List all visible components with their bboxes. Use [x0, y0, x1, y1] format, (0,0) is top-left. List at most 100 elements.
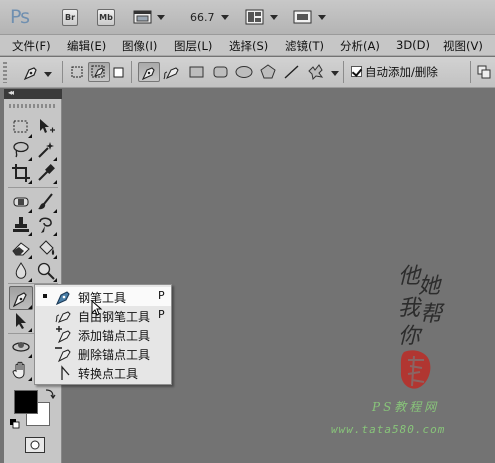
auto-add-delete-checkbox[interactable]: [351, 66, 362, 77]
flyout-item-delete-anchor-point[interactable]: 删除锚点工具: [36, 344, 171, 363]
arrange-documents-icon: [245, 9, 264, 25]
collapse-panel-icon[interactable]: ◂◂: [8, 88, 14, 97]
paint-bucket-tool[interactable]: [35, 237, 57, 259]
line-icon: [284, 65, 299, 79]
tools-panel-grip[interactable]: [9, 104, 57, 108]
screen-mode-button[interactable]: [292, 9, 314, 26]
menu-image[interactable]: 图像(I): [122, 38, 157, 54]
ellipse-icon: [235, 66, 253, 78]
watermark-url: www.tata580.com: [331, 423, 446, 436]
flyout-item-convert-point[interactable]: 转换点工具: [36, 363, 171, 382]
launch-bridge-button[interactable]: Br: [62, 9, 78, 26]
pen-icon: [55, 291, 70, 306]
dodge-tool[interactable]: [35, 260, 57, 282]
shortcut-key: P: [158, 308, 165, 321]
screen-mode-icon: [293, 10, 312, 24]
photoshop-logo: Ps: [10, 6, 30, 28]
options-bar-grip[interactable]: [3, 62, 7, 83]
eraser-tool[interactable]: [10, 237, 32, 259]
move-tool[interactable]: [35, 116, 57, 138]
menu-bar: 文件(F) 编辑(E) 图像(I) 图层(L) 选择(S) 滤镜(T) 分析(A…: [0, 35, 495, 56]
zoom-dropdown-arrow[interactable]: [221, 15, 229, 20]
watermark-title: PS教程网: [372, 400, 440, 414]
line-tool-option[interactable]: [281, 62, 303, 82]
pen-icon: [141, 67, 155, 81]
add-anchor-point-icon: [56, 326, 71, 344]
polygon-tool-option[interactable]: [257, 62, 279, 82]
tool-preset-picker[interactable]: [20, 62, 42, 82]
paths-mode-button[interactable]: [88, 62, 110, 82]
arrange-documents-button[interactable]: [245, 9, 265, 26]
flyout-item-label: 删除锚点工具: [78, 348, 151, 362]
screen-mode-dropdown-arrow[interactable]: [318, 15, 326, 20]
clone-stamp-tool[interactable]: [10, 214, 32, 236]
pen-tool[interactable]: [9, 286, 33, 310]
menu-file[interactable]: 文件(F): [12, 38, 51, 54]
flyout-item-freeform-pen[interactable]: 自由钢笔工具 P: [36, 306, 171, 325]
shape-layers-icon: [71, 66, 83, 78]
path-combine-button[interactable]: [477, 65, 491, 79]
paths-icon: [91, 65, 105, 78]
tool-preset-dropdown-arrow[interactable]: [44, 72, 52, 77]
options-bar: 自动添加/删除: [0, 57, 495, 88]
eyedropper-tool[interactable]: [35, 162, 57, 184]
flyout-item-label: 转换点工具: [78, 367, 139, 381]
selected-bullet-icon: [43, 294, 47, 298]
mouse-cursor-icon: [91, 299, 103, 316]
foreground-color-fill: [14, 390, 38, 414]
freeform-pen-icon: [163, 67, 179, 80]
path-selection-tool[interactable]: [10, 310, 32, 332]
quick-mask-button[interactable]: [25, 437, 45, 453]
calligraphy-character: 他: [398, 264, 421, 289]
custom-shape-icon: [308, 64, 324, 81]
flyout-item-pen[interactable]: 钢笔工具 P: [36, 287, 171, 306]
flyout-item-label: 添加锚点工具: [78, 329, 151, 343]
auto-add-delete-label[interactable]: 自动添加/删除: [365, 64, 438, 80]
menu-filter[interactable]: 滤镜(T): [285, 38, 324, 54]
zoom-level[interactable]: 66.7: [190, 11, 215, 24]
crop-tool[interactable]: [10, 162, 32, 184]
view-extras-dropdown-arrow[interactable]: [157, 15, 165, 20]
history-brush-tool[interactable]: [35, 214, 57, 236]
arrange-documents-dropdown-arrow[interactable]: [270, 15, 278, 20]
rectangle-tool-option[interactable]: [186, 62, 208, 82]
calligraphy-character: 帮: [420, 302, 443, 327]
menu-layer[interactable]: 图层(L): [174, 38, 212, 54]
tools-panel-header[interactable]: [4, 89, 62, 99]
spot-healing-brush-tool[interactable]: [10, 191, 32, 213]
custom-shape-tool-option[interactable]: [305, 62, 327, 82]
freeform-pen-icon: [55, 311, 71, 323]
application-bar: Ps Br Mb 66.7: [0, 0, 495, 35]
brush-tool[interactable]: [35, 191, 57, 213]
swap-colors-icon[interactable]: [44, 387, 56, 400]
view-extras-button[interactable]: [133, 9, 153, 25]
blur-tool[interactable]: [10, 260, 32, 282]
flyout-item-label: 自由钢笔工具: [78, 310, 151, 324]
fill-pixels-mode-button[interactable]: [112, 62, 126, 82]
menu-view[interactable]: 视图(V): [443, 38, 483, 54]
menu-edit[interactable]: 编辑(E): [67, 38, 106, 54]
fill-pixels-icon: [113, 67, 124, 78]
shape-layers-mode-button[interactable]: [70, 62, 86, 82]
freeform-pen-tool-option[interactable]: [161, 62, 183, 82]
rounded-rectangle-tool-option[interactable]: [210, 62, 232, 82]
flyout-item-add-anchor-point[interactable]: 添加锚点工具: [36, 325, 171, 344]
menu-analysis[interactable]: 分析(A): [340, 38, 380, 54]
geometry-options-dropdown-arrow[interactable]: [331, 71, 339, 76]
pen-tool-option[interactable]: [138, 62, 160, 82]
rounded-rectangle-icon: [213, 66, 228, 78]
lasso-tool[interactable]: [10, 139, 32, 161]
shortcut-key: P: [158, 289, 165, 302]
menu-3d[interactable]: 3D(D): [396, 38, 430, 52]
red-seal-stamp-icon: [396, 346, 436, 392]
menu-select[interactable]: 选择(S): [229, 38, 268, 54]
convert-point-icon: [61, 365, 70, 380]
pen-tool-flyout-menu: 钢笔工具 P 自由钢笔工具 P 添加锚点工具 删除锚点工具 转换点工具: [34, 284, 172, 385]
quick-selection-tool[interactable]: [35, 139, 57, 161]
launch-mini-bridge-button[interactable]: Mb: [97, 9, 115, 26]
hand-tool[interactable]: [10, 359, 32, 381]
rectangular-marquee-tool[interactable]: [10, 116, 32, 138]
3d-rotate-tool[interactable]: [10, 336, 32, 358]
ellipse-tool-option[interactable]: [233, 62, 255, 82]
default-colors-icon[interactable]: [10, 418, 20, 429]
